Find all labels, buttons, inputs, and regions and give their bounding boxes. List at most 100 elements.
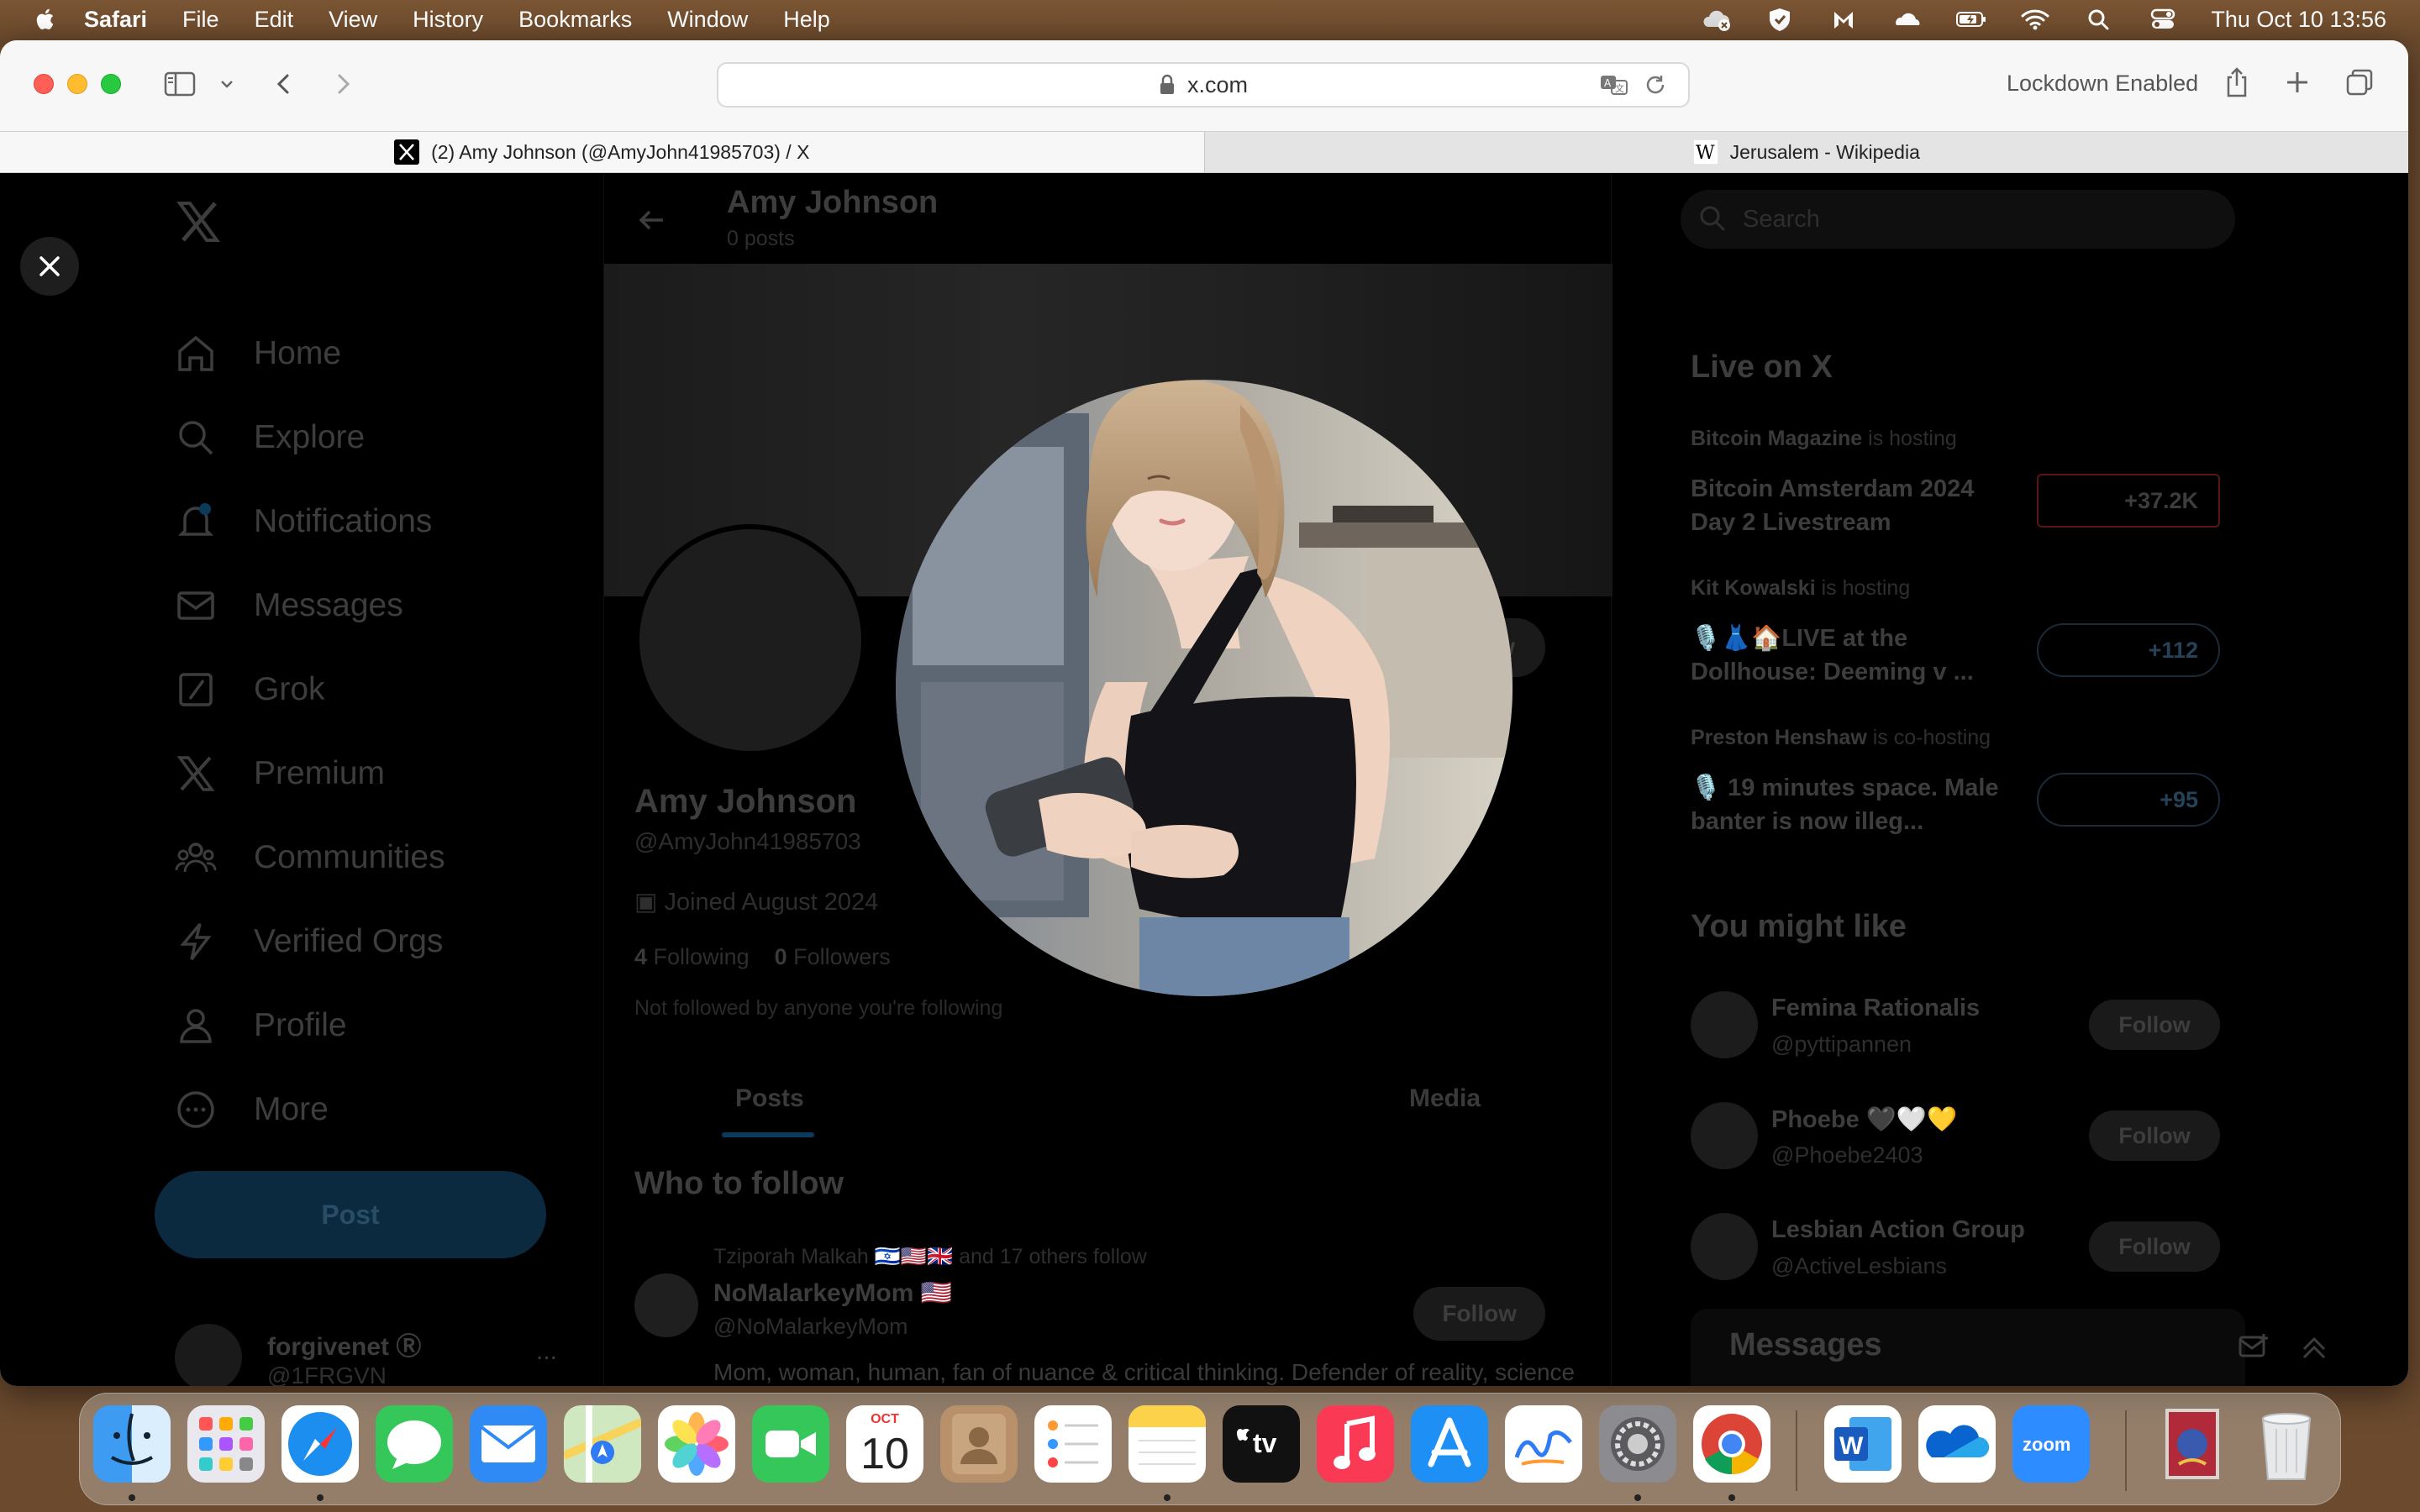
- battery-icon[interactable]: [1955, 7, 1987, 32]
- control-center-icon[interactable]: [2147, 7, 2179, 32]
- address-bar[interactable]: x.com A文: [717, 62, 1690, 108]
- dock-tv[interactable]: tv: [1223, 1405, 1300, 1483]
- followers-count[interactable]: 0: [775, 944, 787, 969]
- following-label[interactable]: Following: [654, 944, 750, 969]
- dock-zoom[interactable]: zoom: [2012, 1405, 2090, 1483]
- tab-media[interactable]: Media: [1409, 1084, 1481, 1113]
- live-title[interactable]: Bitcoin Amsterdam 2024 Day 2 Livestream: [1691, 472, 2018, 539]
- nav-communities[interactable]: Communities: [175, 837, 445, 879]
- dock-reminders[interactable]: [1034, 1405, 1112, 1483]
- minimize-window-button[interactable]: [67, 74, 87, 94]
- sidebar-toggle-icon[interactable]: [163, 69, 197, 99]
- menubar-clock[interactable]: Thu Oct 10 13:56: [2211, 7, 2386, 33]
- following-count[interactable]: 4: [634, 944, 647, 969]
- dock-contacts[interactable]: [940, 1405, 1018, 1483]
- suggested-user-name[interactable]: NoMalarkeyMom 🇺🇸: [713, 1278, 952, 1308]
- live-listeners-pill[interactable]: +95: [2037, 773, 2220, 827]
- nav-profile[interactable]: Profile: [175, 1005, 347, 1047]
- post-button[interactable]: Post: [155, 1171, 546, 1258]
- avatar[interactable]: [1691, 1213, 1758, 1280]
- spotlight-search-icon[interactable]: [2083, 7, 2115, 32]
- dock-onedrive[interactable]: [1918, 1405, 1996, 1483]
- dock-calendar[interactable]: OCT 10: [846, 1405, 923, 1483]
- avatar[interactable]: [634, 1273, 698, 1337]
- dock-music[interactable]: [1317, 1405, 1394, 1483]
- apple-icon[interactable]: [34, 7, 59, 32]
- menu-view[interactable]: View: [329, 7, 377, 33]
- recommended-user-name[interactable]: Femina Rationalis: [1771, 995, 1980, 1022]
- live-listeners-pill[interactable]: +37.2K: [2037, 474, 2220, 528]
- dock-messages[interactable]: [376, 1405, 453, 1483]
- tab-jerusalem-wikipedia[interactable]: W Jerusalem - Wikipedia: [1203, 132, 2409, 172]
- back-icon[interactable]: [267, 69, 301, 99]
- new-tab-icon[interactable]: [2281, 66, 2314, 99]
- cloudflare-icon[interactable]: [1891, 7, 1923, 32]
- creative-cloud-icon[interactable]: [1700, 7, 1732, 32]
- nav-messages[interactable]: Messages: [175, 585, 403, 627]
- dock-facetime[interactable]: [752, 1405, 829, 1483]
- dock-system-settings[interactable]: [1599, 1405, 1676, 1483]
- dock-chrome[interactable]: [1693, 1405, 1770, 1483]
- reload-icon[interactable]: [1641, 72, 1671, 97]
- menu-edit[interactable]: Edit: [255, 7, 294, 33]
- menu-file[interactable]: File: [182, 7, 219, 33]
- zoom-window-button[interactable]: [101, 74, 121, 94]
- tab-x-profile[interactable]: (2) Amy Johnson (@AmyJohn41985703) / X: [0, 132, 1204, 172]
- live-host-name[interactable]: Bitcoin Magazine: [1691, 427, 1862, 450]
- messages-drawer[interactable]: Messages: [1691, 1309, 2326, 1386]
- dock-photos[interactable]: [658, 1405, 735, 1483]
- lockdown-mode-label[interactable]: Lockdown Enabled: [2007, 71, 2198, 97]
- chevron-up-icon[interactable]: [2297, 1331, 2331, 1364]
- dock-finder[interactable]: [93, 1405, 171, 1483]
- menu-bookmarks[interactable]: Bookmarks: [518, 7, 632, 33]
- account-more-icon[interactable]: ...: [536, 1337, 557, 1366]
- wifi-icon[interactable]: [2019, 7, 2051, 32]
- close-window-button[interactable]: [34, 74, 54, 94]
- malwarebytes-icon[interactable]: [1828, 7, 1860, 32]
- avatar[interactable]: [1691, 1102, 1758, 1169]
- nav-notifications[interactable]: Notifications: [175, 501, 432, 543]
- back-arrow-icon[interactable]: [634, 203, 668, 237]
- suggested-follow-button[interactable]: Follow: [1413, 1287, 1545, 1341]
- live-title[interactable]: 🎙️👗🏠LIVE at the Dollhouse: Deeming v ...: [1691, 622, 2018, 689]
- dock-safari[interactable]: [281, 1405, 359, 1483]
- avatar[interactable]: [1691, 991, 1758, 1058]
- dock-app-store[interactable]: [1411, 1405, 1488, 1483]
- vpn-shield-icon[interactable]: [1764, 7, 1796, 32]
- nav-verified-orgs[interactable]: Verified Orgs: [175, 921, 443, 963]
- live-title[interactable]: 🎙️ 19 minutes space. Male banter is now …: [1691, 771, 2018, 838]
- dock-launchpad[interactable]: [187, 1405, 265, 1483]
- nav-more[interactable]: More: [175, 1089, 329, 1131]
- dock-notes[interactable]: [1128, 1405, 1206, 1483]
- close-photo-button[interactable]: [20, 237, 79, 296]
- live-host-name[interactable]: Preston Henshaw: [1691, 726, 1867, 749]
- recommended-follow-button[interactable]: Follow: [2089, 1000, 2220, 1050]
- profile-avatar[interactable]: [634, 524, 866, 756]
- translate-icon[interactable]: A文: [1599, 72, 1629, 97]
- live-listeners-pill[interactable]: +112: [2037, 623, 2220, 677]
- followers-label[interactable]: Followers: [793, 944, 891, 969]
- menu-help[interactable]: Help: [783, 7, 830, 33]
- dock-mail[interactable]: [470, 1405, 547, 1483]
- nav-premium[interactable]: Premium: [175, 753, 385, 795]
- dock-downloads-stack[interactable]: [2154, 1405, 2231, 1483]
- dock-word[interactable]: W: [1824, 1405, 1902, 1483]
- nav-grok[interactable]: Grok: [175, 669, 325, 711]
- forward-icon[interactable]: [326, 69, 360, 99]
- recommended-user-name[interactable]: Lesbian Action Group: [1771, 1216, 2025, 1244]
- account-switcher[interactable]: forgivenet Ⓡ @1FRGVN ...: [175, 1324, 557, 1386]
- live-host-name[interactable]: Kit Kowalski: [1691, 576, 1816, 600]
- recommended-follow-button[interactable]: Follow: [2089, 1110, 2220, 1161]
- new-message-icon[interactable]: [2237, 1331, 2270, 1364]
- menu-history[interactable]: History: [413, 7, 483, 33]
- share-icon[interactable]: [2220, 66, 2254, 99]
- menu-window[interactable]: Window: [667, 7, 748, 33]
- x-logo-icon[interactable]: [175, 198, 222, 245]
- dock-freeform[interactable]: [1505, 1405, 1582, 1483]
- chevron-down-icon[interactable]: [217, 69, 237, 99]
- recommended-follow-button[interactable]: Follow: [2089, 1221, 2220, 1272]
- dock-trash[interactable]: [2248, 1405, 2325, 1483]
- tab-posts[interactable]: Posts: [735, 1084, 804, 1113]
- nav-explore[interactable]: Explore: [175, 417, 365, 459]
- tab-overview-icon[interactable]: [2343, 66, 2376, 99]
